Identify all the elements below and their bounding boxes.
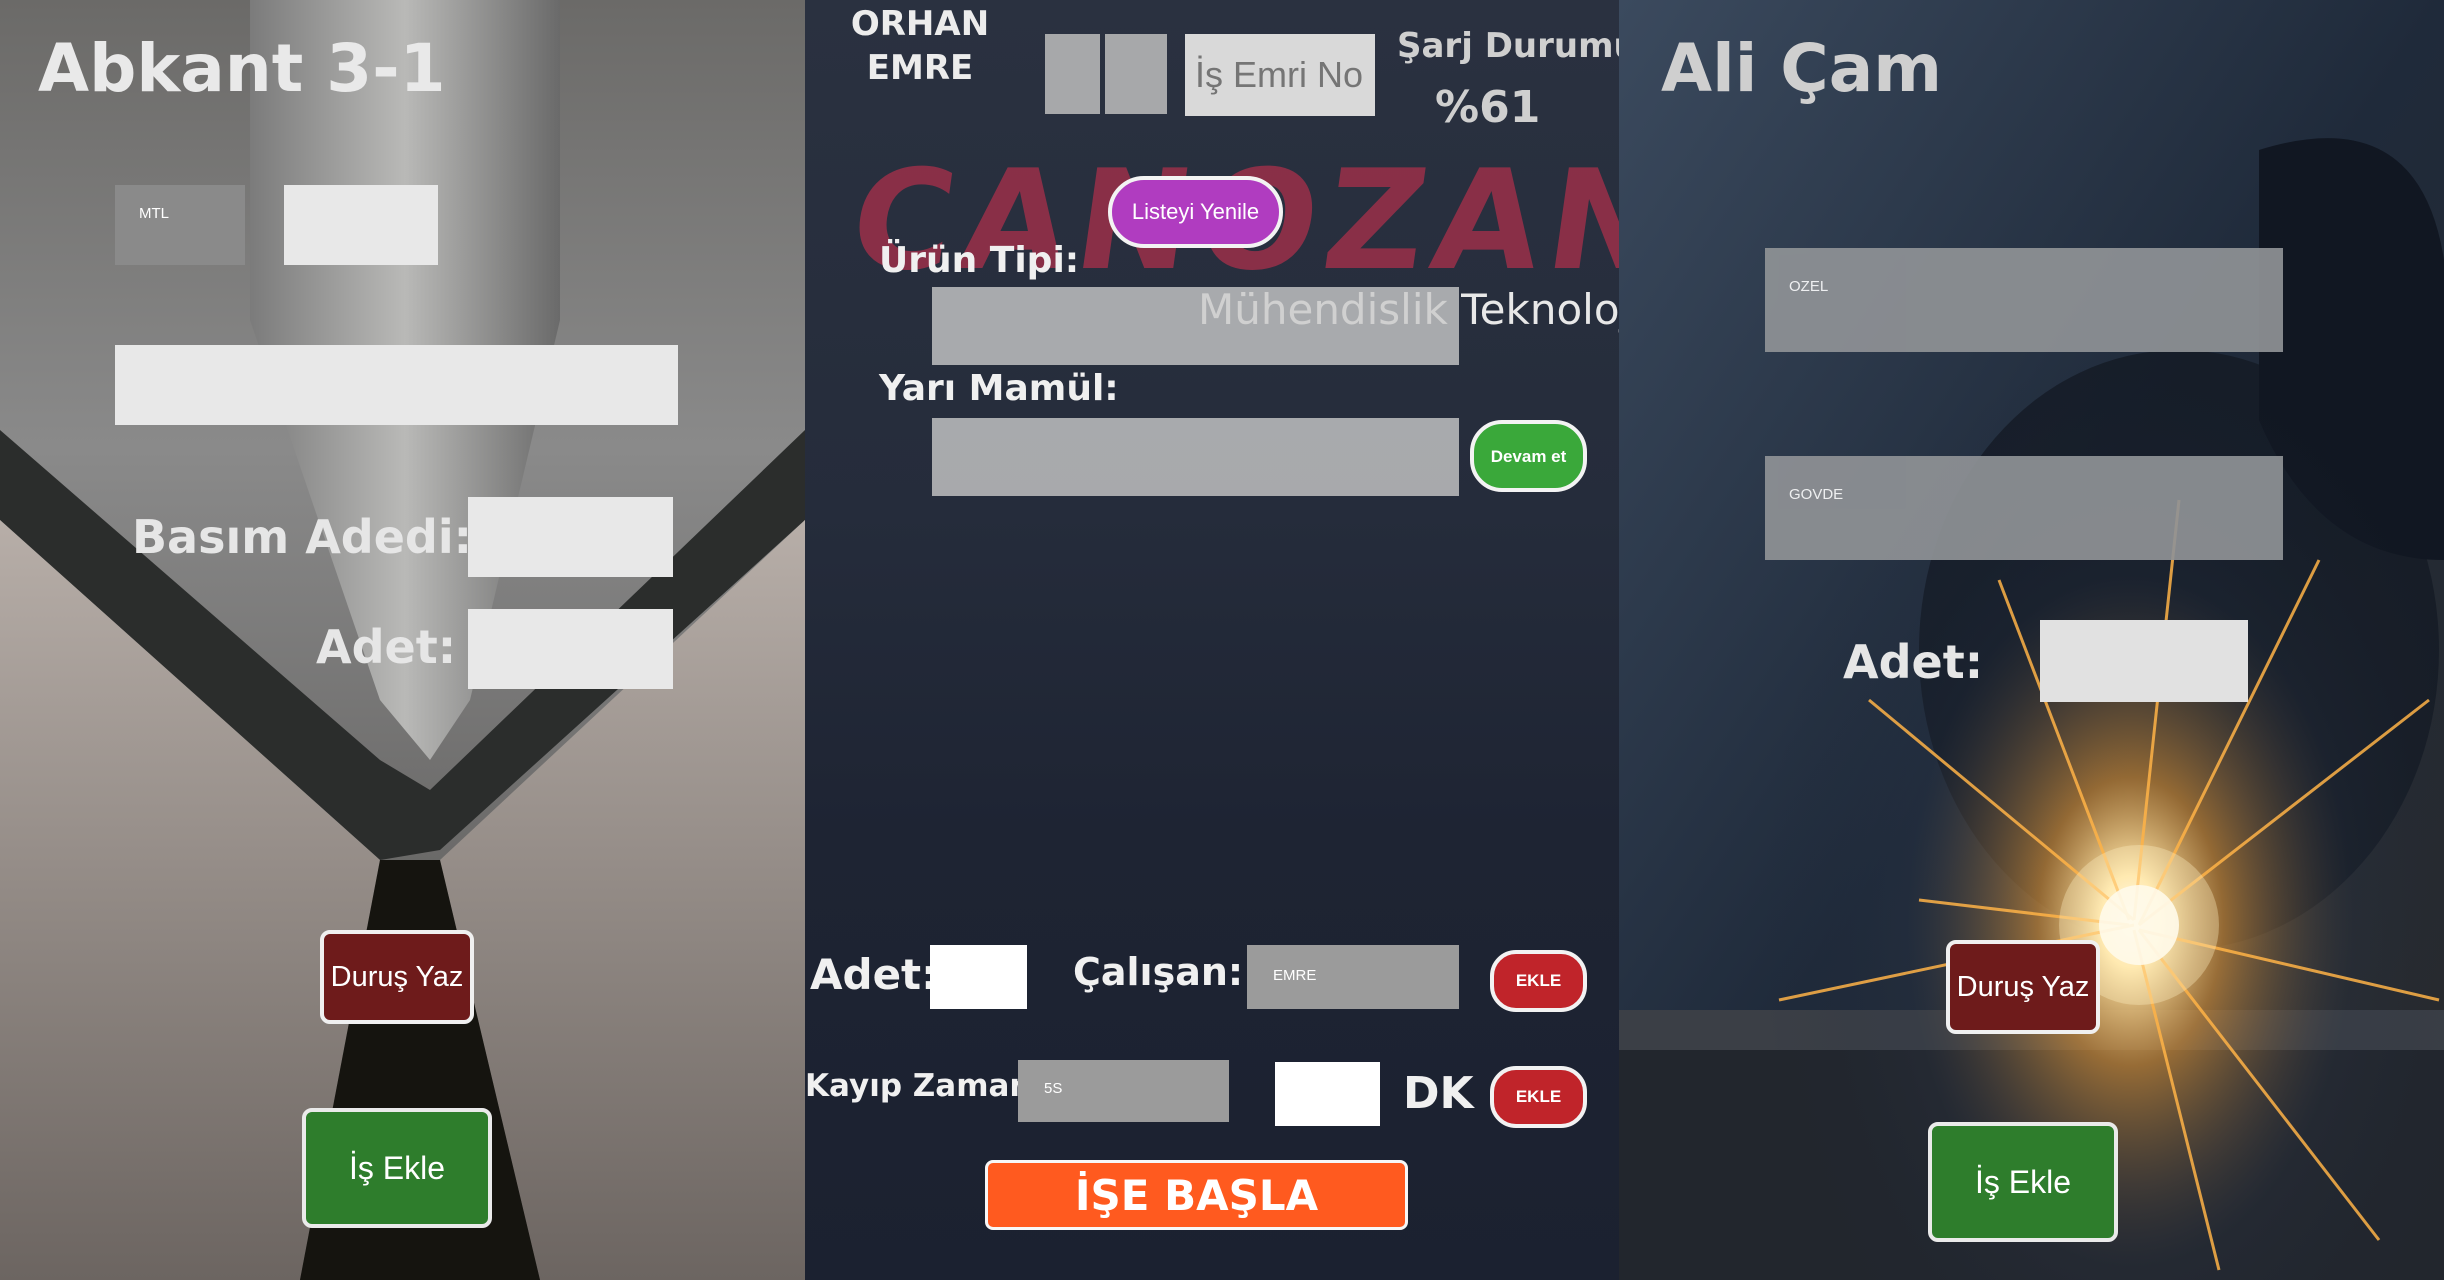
is-emri-input[interactable] — [1185, 34, 1375, 116]
adet-label: Adet: — [1843, 635, 1984, 689]
machine-title: Abkant 3-1 — [38, 30, 446, 107]
basim-adedi-input[interactable] — [468, 497, 673, 577]
mtl-field[interactable]: MTL — [115, 185, 245, 265]
adet-input[interactable] — [468, 609, 673, 689]
yari-mamul-select[interactable] — [932, 418, 1459, 496]
ozel-field[interactable]: OZEL — [1765, 248, 2283, 352]
devam-et-button[interactable]: Devam et — [1470, 420, 1587, 492]
ekle-calisan-button[interactable]: EKLE — [1490, 950, 1587, 1012]
is-ekle-button[interactable]: İş Ekle — [1928, 1122, 2118, 1242]
welding-panel: Ali Çam OZEL GOVDE Adet: Duruş Yaz İş Ek… — [1619, 0, 2444, 1280]
basim-adedi-label: Basım Adedi: — [132, 510, 473, 564]
battery-label: Şarj Durumu — [1397, 26, 1619, 66]
calisan-value: EMRE — [1273, 967, 1317, 984]
ozel-label: OZEL — [1789, 278, 1829, 295]
operator-name: ORHAN EMRE — [840, 2, 1000, 90]
operator-title: Ali Çam — [1661, 30, 1943, 107]
operator-name-line2: EMRE — [866, 48, 974, 88]
durus-yaz-button[interactable]: Duruş Yaz — [320, 930, 474, 1024]
is-ekle-button[interactable]: İş Ekle — [302, 1108, 492, 1228]
status-box-1 — [1045, 34, 1100, 114]
kayip-zaman-value: 5S — [1044, 1080, 1063, 1097]
govde-label: GOVDE — [1789, 486, 1844, 503]
dk-input[interactable] — [1275, 1062, 1380, 1126]
operator-panel: ORHAN EMRE Şarj Durumu %61 CANOZAN Mühen… — [805, 0, 1619, 1280]
ekle-kayip-button[interactable]: EKLE — [1490, 1066, 1587, 1128]
operator-name-line1: ORHAN — [850, 4, 990, 44]
battery-value: %61 — [1435, 82, 1541, 133]
listeyi-yenile-button[interactable]: Listeyi Yenile — [1108, 176, 1283, 248]
dk-label: DK — [1403, 1068, 1474, 1119]
mtl-value-field[interactable] — [284, 185, 438, 265]
status-box-2 — [1105, 34, 1167, 114]
calisan-select[interactable]: EMRE — [1247, 945, 1459, 1009]
kayip-zaman-label: Kayıp Zaman: — [805, 1068, 1044, 1104]
adet-label: Adet: — [810, 950, 938, 999]
adet-input[interactable] — [2040, 620, 2248, 702]
kayip-zaman-select[interactable]: 5S — [1018, 1060, 1229, 1122]
calisan-label: Çalışan: — [1073, 950, 1244, 994]
urun-tipi-select[interactable] — [932, 287, 1459, 365]
abkant-panel: Abkant 3-1 MTL Basım Adedi: Adet: Duruş … — [0, 0, 805, 1280]
material-input[interactable] — [115, 345, 678, 425]
welding-background — [1619, 0, 2444, 1280]
durus-yaz-button[interactable]: Duruş Yaz — [1946, 940, 2100, 1034]
adet-label: Adet: — [316, 620, 457, 674]
ise-basla-button[interactable]: İŞE BAŞLA — [985, 1160, 1408, 1230]
mtl-label: MTL — [139, 205, 169, 222]
govde-field[interactable]: GOVDE — [1765, 456, 2283, 560]
urun-tipi-label: Ürün Tipi: — [879, 240, 1080, 281]
yari-mamul-label: Yarı Mamül: — [879, 368, 1119, 409]
adet-input[interactable] — [930, 945, 1027, 1009]
